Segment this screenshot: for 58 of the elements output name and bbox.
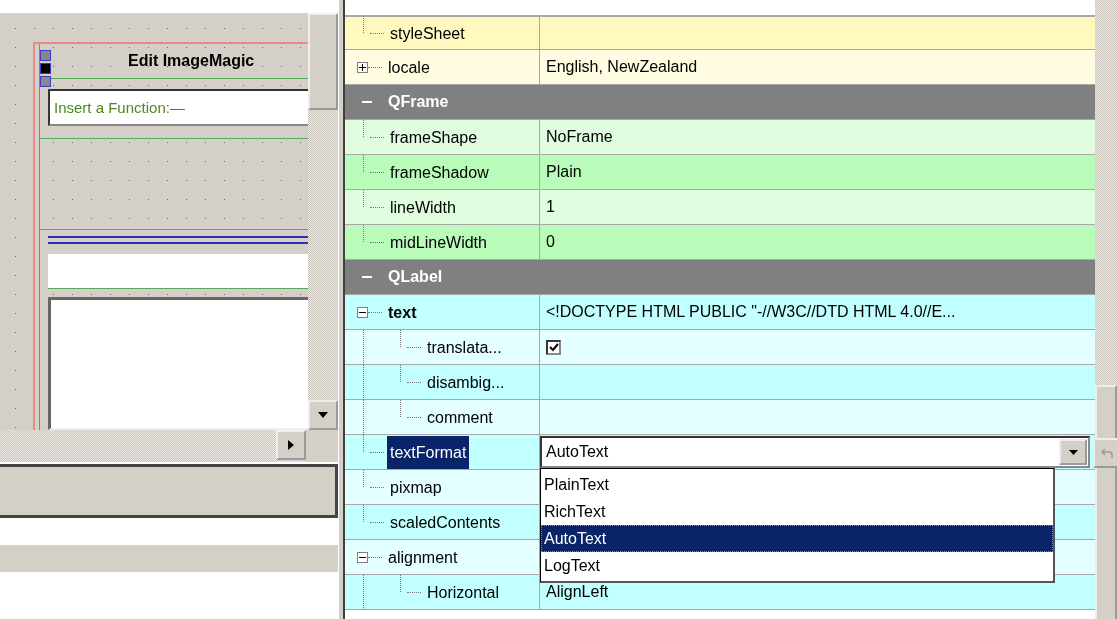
scrollbar[interactable] (0, 430, 306, 462)
property-row[interactable]: frameShape NoFrame (345, 120, 1095, 155)
property-name[interactable]: translata... (424, 330, 505, 364)
group-header[interactable]: QLabel (345, 260, 1095, 295)
property-name[interactable]: comment (424, 400, 496, 434)
selection-handles-icon[interactable] (40, 50, 51, 87)
property-name[interactable]: frameShape (387, 120, 481, 154)
property-row[interactable]: comment (345, 400, 1095, 435)
undo-arrow-icon (1101, 447, 1113, 459)
property-name[interactable]: textFormat (387, 435, 470, 469)
property-row[interactable]: frameShadow Plain (345, 155, 1095, 190)
property-name[interactable]: frameShadow (387, 155, 492, 189)
property-row[interactable]: locale English, NewZealand (345, 50, 1095, 85)
property-name[interactable]: midLineWidth (387, 225, 490, 259)
dropdown-button[interactable] (1059, 439, 1087, 465)
property-row[interactable]: text <!DOCTYPE HTML PUBLIC "-//W3C//DTD HTML 4.0//E... (345, 295, 1095, 330)
collapse-icon[interactable] (357, 306, 368, 318)
dropdown-option[interactable]: AutoText (541, 525, 1053, 552)
scroll-down-button[interactable] (308, 400, 338, 430)
property-row[interactable]: lineWidth 1 (345, 190, 1095, 225)
group-header[interactable]: QFrame (345, 85, 1095, 120)
property-name[interactable]: alignment (385, 540, 461, 574)
property-value: NoFrame (546, 128, 613, 146)
right-arrow-icon (288, 440, 294, 450)
property-name[interactable]: pixmap (387, 470, 445, 504)
property-value: 0 (546, 233, 555, 251)
down-arrow-icon (1068, 449, 1078, 455)
scrollbar[interactable] (308, 13, 338, 430)
scrollbar-corner (306, 430, 338, 462)
property-name[interactable]: scaledContents (387, 505, 504, 539)
dropdown-option[interactable]: RichText (541, 498, 1053, 525)
property-row[interactable]: styleSheet (345, 15, 1095, 50)
property-name[interactable]: disambig... (424, 365, 508, 399)
property-value: Plain (546, 163, 582, 181)
checkbox[interactable] (546, 339, 561, 355)
property-name[interactable]: text (385, 295, 420, 329)
scrollbar[interactable] (1095, 0, 1117, 619)
collapse-icon[interactable] (357, 551, 368, 563)
property-value: AlignLeft (546, 583, 609, 601)
text-area[interactable] (48, 297, 308, 430)
dropdown-option[interactable]: PlainText (541, 471, 1053, 498)
property-row[interactable]: disambig... (345, 365, 1095, 400)
property-name[interactable]: Horizontal (424, 575, 503, 609)
scroll-right-button[interactable] (276, 430, 306, 460)
expand-icon[interactable] (357, 61, 368, 73)
function-label[interactable]: Insert a Function:— (48, 89, 308, 126)
property-name[interactable]: locale (385, 50, 433, 84)
property-row[interactable]: midLineWidth 0 (345, 225, 1095, 260)
property-value: English, NewZealand (546, 58, 698, 76)
property-name[interactable]: styleSheet (387, 16, 468, 50)
down-arrow-icon (318, 412, 328, 418)
splitter-handle[interactable] (338, 0, 345, 619)
property-value: <!DOCTYPE HTML PUBLIC "-//W3C//DTD HTML 4.0//E... (546, 303, 956, 321)
property-row[interactable]: translata... (345, 330, 1095, 365)
scrollbar-thumb[interactable] (308, 13, 338, 110)
input-field[interactable] (48, 254, 308, 289)
property-name[interactable]: lineWidth (387, 190, 459, 224)
property-value: 1 (546, 198, 555, 216)
